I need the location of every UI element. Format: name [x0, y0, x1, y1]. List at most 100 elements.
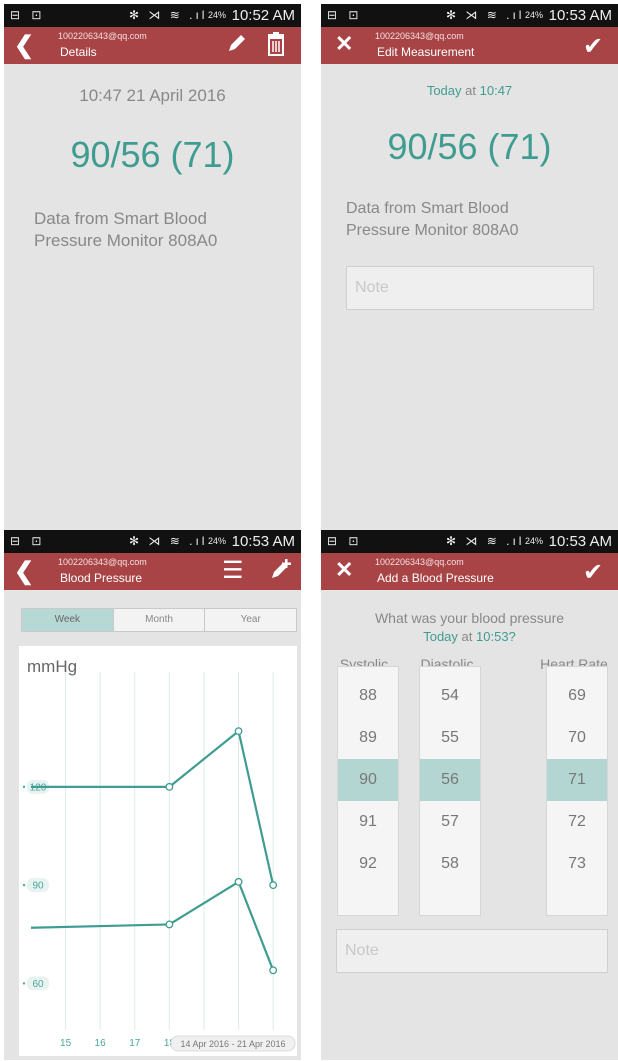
- notification-icons: ⊟ ⊡: [10, 534, 46, 548]
- y-tick-label: 90: [32, 881, 44, 892]
- data-point: [165, 920, 174, 929]
- data-point: [269, 966, 278, 975]
- status-time: 10:53 AM: [548, 7, 612, 24]
- note-input[interactable]: Note: [336, 929, 608, 973]
- picker-value[interactable]: 57: [420, 801, 480, 843]
- data-point: [269, 881, 278, 890]
- account-email: 1002206343@qq.com: [375, 31, 464, 41]
- when-at: at: [465, 83, 476, 98]
- picker-value-selected[interactable]: 90: [338, 759, 398, 801]
- app-bar: ❮ 1002206343@qq.com Blood Pressure ☰: [4, 553, 301, 590]
- status-bar: ⊟ ⊡ ✻ ⋊ ≋ .ıl 24% 10:53 AM: [321, 530, 618, 553]
- bp-reading: 90/56 (71): [70, 134, 235, 175]
- x-tick-label: 15: [60, 1038, 72, 1049]
- picker-value[interactable]: 92: [338, 843, 398, 885]
- y-tick-dot: [22, 785, 26, 789]
- diastolic-values: 54 55 56 57 58: [420, 675, 480, 885]
- account-email: 1002206343@qq.com: [375, 557, 464, 567]
- y-axis-label: mmHg: [27, 657, 77, 676]
- edit-icon[interactable]: [226, 32, 248, 60]
- data-source-line: Data from Smart Blood: [346, 200, 509, 217]
- status-icons: ✻ ⋊ ≋ .ıl: [129, 534, 208, 548]
- account-email: 1002206343@qq.com: [58, 557, 147, 567]
- battery-level: 24%: [525, 10, 544, 20]
- x-tick-label: 16: [95, 1038, 107, 1049]
- account-email: 1002206343@qq.com: [58, 31, 147, 41]
- status-icons: ✻ ⋊ ≋ .ıl: [446, 534, 525, 548]
- picker-value[interactable]: 54: [420, 675, 480, 717]
- trash-icon[interactable]: [267, 32, 285, 62]
- picker-value[interactable]: 69: [547, 675, 607, 717]
- close-icon[interactable]: ✕: [335, 31, 353, 57]
- app-bar: ✕ 1002206343@qq.com Add a Blood Pressure…: [321, 553, 618, 590]
- status-bar: ⊟ ⊡ ✻ ⋊ ≋ .ıl 24% 10:53 AM: [4, 530, 301, 553]
- tab-year[interactable]: Year: [204, 609, 296, 631]
- picker-value[interactable]: 91: [338, 801, 398, 843]
- page-title: Blood Pressure: [60, 571, 143, 585]
- note-input[interactable]: Note: [346, 266, 594, 310]
- picker-value[interactable]: 73: [547, 843, 607, 885]
- page-title: Edit Measurement: [377, 45, 475, 59]
- page-title: Add a Blood Pressure: [377, 571, 494, 585]
- notification-icons: ⊟ ⊡: [10, 8, 46, 22]
- systolic-picker[interactable]: 88 89 90 91 92: [337, 666, 399, 916]
- when-prefix: Today: [426, 83, 462, 98]
- data-source-line: Pressure Monitor 808A0: [346, 222, 519, 239]
- list-icon[interactable]: ☰: [222, 556, 244, 585]
- series-line-1: [31, 729, 275, 886]
- picker-value[interactable]: 88: [338, 675, 398, 717]
- edit-measurement-screen: ⊟ ⊡ ✻ ⋊ ≋ .ıl 24% 10:53 AM ✕ 1002206343@…: [321, 4, 618, 534]
- status-time: 10:53 AM: [548, 533, 612, 550]
- bp-reading: 90/56 (71): [387, 126, 552, 167]
- data-source: Data from Smart Blood Pressure Monitor 8…: [34, 208, 217, 252]
- when-time: 10:53?: [476, 629, 516, 644]
- back-icon[interactable]: ❮: [14, 31, 34, 60]
- status-bar: ⊟ ⊡ ✻ ⋊ ≋ .ıl 24% 10:53 AM: [321, 4, 618, 27]
- battery-level: 24%: [208, 536, 227, 546]
- data-point: [165, 782, 174, 791]
- series-line-2: [30, 880, 275, 971]
- notification-icons: ⊟ ⊡: [327, 534, 363, 548]
- details-screen: ⊟ ⊡ ✻ ⋊ ≋ .ıl 24% 10:52 AM ❮ 1002206343@…: [4, 4, 301, 534]
- status-time: 10:52 AM: [231, 7, 295, 24]
- tab-month[interactable]: Month: [112, 609, 205, 631]
- picker-value[interactable]: 55: [420, 717, 480, 759]
- bp-chart: mmHg15161718192021120906014 Apr 2016 - 2…: [22, 657, 296, 1052]
- check-icon[interactable]: ✔: [583, 558, 603, 587]
- when-at: at: [461, 629, 473, 644]
- y-tick-dot: [22, 883, 26, 887]
- heart-rate-picker[interactable]: 69 70 71 72 73: [546, 666, 608, 916]
- diastolic-picker[interactable]: 54 55 56 57 58: [419, 666, 481, 916]
- data-point: [234, 877, 243, 886]
- question-text: What was your blood pressure: [374, 610, 565, 626]
- data-source: Data from Smart Blood Pressure Monitor 8…: [346, 198, 519, 242]
- picker-value[interactable]: 72: [547, 801, 607, 843]
- picker-value-selected[interactable]: 71: [547, 759, 607, 801]
- when-time: 10:47: [479, 83, 513, 98]
- measurement-when: Today at 10:47: [321, 83, 618, 98]
- date-range-label: 14 Apr 2016 - 21 Apr 2016: [180, 1039, 285, 1049]
- data-source-line: Pressure Monitor 808A0: [34, 231, 218, 250]
- page-title: Details: [60, 45, 97, 59]
- check-icon[interactable]: ✔: [583, 32, 603, 61]
- when-prefix: Today: [423, 629, 458, 644]
- x-tick-label: 17: [129, 1038, 141, 1049]
- measurement-datetime: 10:47 21 April 2016: [79, 86, 226, 105]
- add-blood-pressure-screen: ⊟ ⊡ ✻ ⋊ ≋ .ıl 24% 10:53 AM ✕ 1002206343@…: [321, 530, 618, 1060]
- battery-level: 24%: [525, 536, 544, 546]
- y-tick-label: 60: [32, 979, 44, 990]
- picker-value[interactable]: 58: [420, 843, 480, 885]
- close-icon[interactable]: ✕: [335, 557, 353, 583]
- heart-rate-values: 69 70 71 72 73: [547, 675, 607, 885]
- picker-value[interactable]: 89: [338, 717, 398, 759]
- data-source-line: Data from Smart Blood: [34, 209, 207, 228]
- picker-value[interactable]: 70: [547, 717, 607, 759]
- add-measurement-icon[interactable]: [270, 558, 292, 586]
- status-bar: ⊟ ⊡ ✻ ⋊ ≋ .ıl 24% 10:52 AM: [4, 4, 301, 27]
- y-tick-dot: [22, 982, 26, 985]
- status-icons: ✻ ⋊ ≋ .ıl: [446, 8, 525, 22]
- tab-week[interactable]: Week: [22, 609, 113, 631]
- back-icon[interactable]: ❮: [14, 557, 34, 586]
- picker-value-selected[interactable]: 56: [420, 759, 480, 801]
- blood-pressure-chart-screen: ⊟ ⊡ ✻ ⋊ ≋ .ıl 24% 10:53 AM ❮ 1002206343@…: [4, 530, 301, 1060]
